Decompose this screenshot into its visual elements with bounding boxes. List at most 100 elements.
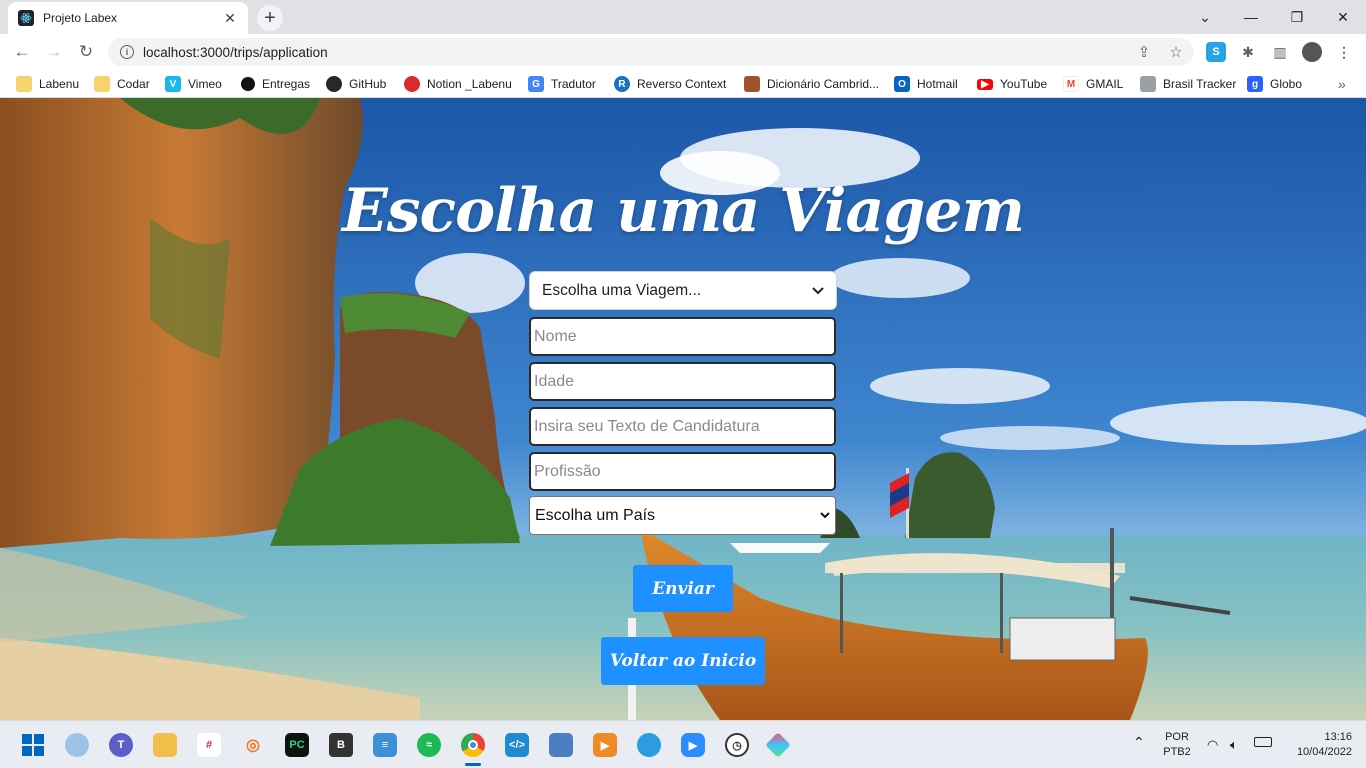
- bookmark-item[interactable]: Notion _Labenu: [404, 75, 512, 93]
- minimize-icon[interactable]: —: [1228, 0, 1274, 34]
- page-content: Escolha uma Viagem Escolha uma Viagem...…: [0, 98, 1366, 720]
- language-indicator[interactable]: POR PTB2: [1160, 730, 1194, 760]
- profile-avatar[interactable]: [1302, 42, 1322, 62]
- wifi-icon[interactable]: ◠: [1207, 737, 1218, 752]
- profession-input[interactable]: Profissão: [529, 452, 836, 491]
- browser-toolbar: ← → ↻ i localhost:3000/trips/application…: [0, 34, 1366, 70]
- application-text-input[interactable]: Insira seu Texto de Candidatura: [529, 407, 836, 446]
- site-info-icon[interactable]: i: [120, 45, 134, 59]
- show-hidden-icons-chevron-icon[interactable]: ⌃: [1133, 735, 1145, 750]
- browser-tab[interactable]: Projeto Labex ✕: [8, 2, 248, 34]
- notepad-icon[interactable]: ≡: [373, 733, 397, 757]
- gitkraken-icon[interactable]: [765, 732, 791, 758]
- youtube-icon: ▶: [977, 78, 993, 90]
- profession-placeholder: Profissão: [534, 462, 601, 480]
- name-placeholder: Nome: [534, 327, 577, 345]
- bookmark-item[interactable]: Codar: [94, 75, 150, 93]
- clock-time: 13:16: [1324, 731, 1352, 743]
- outlook-icon: O: [894, 76, 910, 92]
- windows-start-icon[interactable]: [21, 733, 45, 757]
- chrome-icon[interactable]: [461, 733, 485, 757]
- bookmark-item[interactable]: Labenu: [16, 75, 79, 93]
- circle-icon: [241, 77, 255, 91]
- bookmark-item[interactable]: O Hotmail: [894, 75, 958, 93]
- share-icon[interactable]: ⇪: [1132, 38, 1156, 66]
- gmail-icon: M: [1063, 76, 1079, 92]
- more-bookmarks-button[interactable]: »: [1338, 75, 1346, 93]
- age-placeholder: Idade: [534, 372, 575, 390]
- application-text-placeholder: Insira seu Texto de Candidatura: [534, 417, 760, 435]
- chrome-center-icon: [468, 740, 478, 750]
- teams-icon[interactable]: T: [109, 733, 133, 757]
- close-tab-icon[interactable]: ✕: [222, 10, 238, 27]
- bookmark-item[interactable]: M GMAIL: [1063, 75, 1123, 93]
- react-icon: [18, 10, 34, 26]
- back-home-button[interactable]: Voltar ao Inicio: [601, 637, 765, 685]
- reverso-icon: R: [614, 76, 630, 92]
- bookmark-item[interactable]: Entregas: [241, 75, 310, 93]
- battery-icon[interactable]: [1254, 737, 1272, 747]
- address-bar[interactable]: i localhost:3000/trips/application: [108, 38, 1194, 66]
- bookmarks-bar: Labenu Codar V Vimeo Entregas GitHub Noti…: [0, 70, 1366, 98]
- bookmark-item[interactable]: V Vimeo: [165, 75, 222, 93]
- windows-taskbar: T # ◎ PC B ≡ ≈ </> ▶ ▶ ◷ ⌃ POR PTB2 ◠ 🔈︎…: [0, 720, 1366, 768]
- jupyter-icon[interactable]: ◎: [241, 733, 265, 757]
- extensions-puzzle-icon[interactable]: ✱: [1238, 42, 1258, 62]
- lock-icon: [1140, 76, 1156, 92]
- active-app-indicator: [465, 763, 481, 766]
- cambridge-icon: [744, 76, 760, 92]
- menu-kebab-icon[interactable]: ⋮: [1334, 42, 1354, 62]
- bootstrap-studio-icon[interactable]: B: [329, 733, 353, 757]
- globo-icon: g: [1247, 76, 1263, 92]
- pycharm-icon[interactable]: PC: [285, 733, 309, 757]
- trip-select-value: Escolha uma Viagem...: [542, 281, 702, 299]
- slack-icon[interactable]: #: [197, 733, 221, 757]
- file-explorer-icon[interactable]: [153, 733, 177, 757]
- back-icon[interactable]: ←: [8, 38, 36, 66]
- bookmark-item[interactable]: Brasil Tracker: [1140, 75, 1236, 93]
- tab-title: Projeto Labex: [43, 11, 118, 25]
- vimeo-icon: V: [165, 76, 181, 92]
- bookmark-item[interactable]: R Reverso Context: [614, 75, 726, 93]
- github-icon: [326, 76, 342, 92]
- vscode-icon[interactable]: </>: [505, 733, 529, 757]
- submit-button[interactable]: Enviar: [633, 565, 733, 612]
- spotify-icon[interactable]: ≈: [417, 733, 441, 757]
- side-panel-icon[interactable]: ▥: [1270, 42, 1290, 62]
- bookmark-item[interactable]: G Tradutor: [528, 75, 596, 93]
- bookmark-item[interactable]: GitHub: [326, 75, 386, 93]
- clock-date[interactable]: 13:16 10/04/2022: [1282, 730, 1352, 760]
- bookmark-star-icon[interactable]: ☆: [1164, 38, 1188, 66]
- close-window-icon[interactable]: ✕: [1320, 0, 1366, 34]
- name-input[interactable]: Nome: [529, 317, 836, 356]
- country-select[interactable]: Escolha um País: [529, 496, 836, 535]
- bookmark-item[interactable]: Dicionário Cambrid...: [744, 75, 879, 93]
- new-tab-button[interactable]: +: [257, 5, 283, 31]
- url-text: localhost:3000/trips/application: [143, 44, 328, 60]
- folder-icon: [16, 76, 32, 92]
- zoom-icon[interactable]: ▶: [681, 733, 705, 757]
- video-editor-icon[interactable]: ▶: [593, 733, 617, 757]
- bookmark-item[interactable]: ▶ YouTube: [977, 75, 1047, 93]
- clock-date-text: 10/04/2022: [1296, 746, 1352, 758]
- age-input[interactable]: Idade: [529, 362, 836, 401]
- restore-icon[interactable]: ❐: [1274, 0, 1320, 34]
- edge-icon[interactable]: [637, 733, 661, 757]
- folder-icon: [94, 76, 110, 92]
- speaker-icon[interactable]: 🔈︎: [1230, 737, 1238, 752]
- chevron-down-icon: [820, 510, 830, 522]
- country-select-value: Escolha um País: [535, 506, 656, 524]
- tab-strip: Projeto Labex ✕ + ⌄ — ❐ ✕: [0, 0, 1366, 34]
- reload-icon[interactable]: ↻: [72, 38, 100, 66]
- forward-icon[interactable]: →: [40, 38, 68, 66]
- page-title: Escolha uma Viagem: [342, 176, 1025, 246]
- apple-icon: [404, 76, 420, 92]
- chevron-down-icon: [812, 284, 824, 298]
- weather-icon[interactable]: [65, 733, 89, 757]
- extension-s-icon[interactable]: S: [1206, 42, 1226, 62]
- photos-icon[interactable]: [549, 733, 573, 757]
- tab-search-icon[interactable]: ⌄: [1182, 0, 1228, 34]
- clock-icon[interactable]: ◷: [725, 733, 749, 757]
- bookmark-item[interactable]: g Globo: [1247, 75, 1302, 93]
- trip-select[interactable]: Escolha uma Viagem...: [529, 271, 837, 310]
